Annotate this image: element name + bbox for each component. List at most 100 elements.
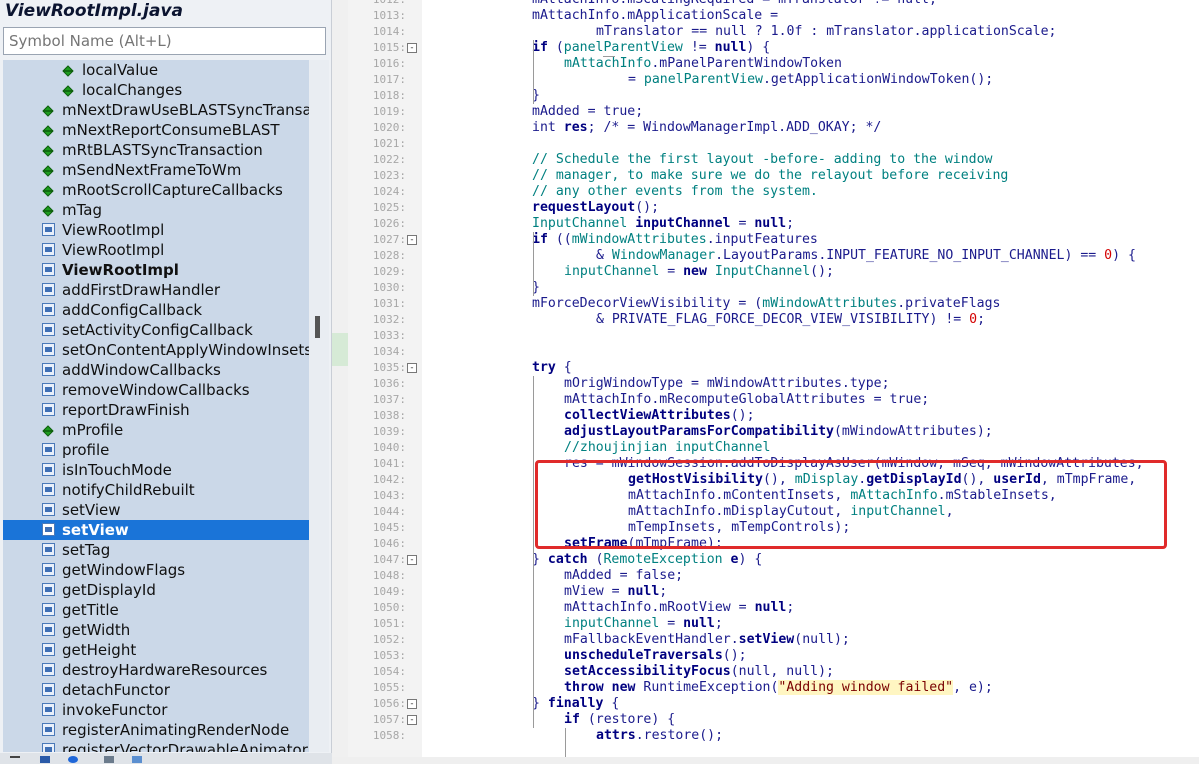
- symbol-tree-item[interactable]: mTag: [3, 200, 309, 220]
- symbol-tree-item[interactable]: destroyHardwareResources: [3, 660, 309, 680]
- editor-horizontal-scrollbar[interactable]: [332, 757, 1199, 764]
- code-token: ();: [730, 408, 755, 423]
- code-line: requestLayout();: [532, 200, 659, 216]
- code-line: mTranslator == null ? 1.0f : mTranslator…: [596, 24, 1057, 40]
- symbol-tree-item[interactable]: mRootScrollCaptureCallbacks: [3, 180, 309, 200]
- method-icon: [42, 583, 55, 596]
- code-line: if (restore) {: [564, 712, 675, 728]
- line-number: 1018:: [372, 89, 406, 102]
- code-token: ;: [977, 312, 986, 327]
- symbol-label: getHeight: [62, 641, 137, 659]
- symbol-tree-item[interactable]: setTag: [3, 540, 309, 560]
- fold-toggle-icon[interactable]: -: [407, 235, 417, 245]
- symbol-tree-item[interactable]: getTitle: [3, 600, 309, 620]
- scope-guide: [565, 728, 566, 758]
- code-token: .inputFeatures: [706, 232, 818, 247]
- code-token: // manager, to make sure we do the relay…: [532, 168, 1009, 183]
- line-number: 1050:: [372, 601, 406, 614]
- code-token: setAccessibilityFocus: [564, 664, 731, 679]
- symbol-tree-item[interactable]: mRtBLASTSyncTransaction: [3, 140, 309, 160]
- symbol-tree-item[interactable]: ViewRootImpl: [3, 240, 309, 260]
- fold-toggle-icon[interactable]: -: [407, 555, 417, 565]
- code-line: mView = null;: [564, 584, 667, 600]
- code-token: panelParentView: [563, 40, 683, 55]
- code-token: ) {: [1112, 248, 1136, 263]
- scrollbar-thumb[interactable]: [315, 316, 320, 338]
- symbol-tree-item[interactable]: detachFunctor: [3, 680, 309, 700]
- symbol-tree-item[interactable]: setView: [3, 520, 309, 540]
- symbol-tree-item[interactable]: addConfigCallback: [3, 300, 309, 320]
- symbol-tree-item[interactable]: getWidth: [3, 620, 309, 640]
- method-icon: [42, 623, 55, 636]
- code-token: mWindowAttributes: [762, 296, 898, 311]
- code-token: InputChannel: [714, 264, 811, 279]
- method-icon: [42, 283, 55, 296]
- symbol-tree-item[interactable]: mNextReportConsumeBLAST: [3, 120, 309, 140]
- method-icon: [42, 703, 55, 716]
- symbol-label: addFirstDrawHandler: [62, 281, 221, 299]
- symbol-tree-item[interactable]: getWindowFlags: [3, 560, 309, 580]
- symbol-tree-scrollbar[interactable]: [309, 60, 329, 752]
- line-number: 1023:: [372, 169, 406, 182]
- symbol-tree-item[interactable]: setOnContentApplyWindowInsetsListener: [3, 340, 309, 360]
- symbol-label: getWidth: [62, 621, 131, 639]
- toolbar-gear-icon[interactable]: [132, 756, 142, 763]
- code-line: mOrigWindowType = mWindowAttributes.type…: [564, 376, 890, 392]
- fold-toggle-icon[interactable]: -: [407, 699, 417, 709]
- symbol-tree-item[interactable]: removeWindowCallbacks: [3, 380, 309, 400]
- symbol-tree-item[interactable]: localChanges: [3, 80, 309, 100]
- symbol-tree-item[interactable]: registerVectorDrawableAnimator: [3, 740, 309, 752]
- toolbar-symbol-icon[interactable]: [68, 756, 78, 763]
- fold-toggle-icon[interactable]: -: [407, 43, 417, 53]
- code-token: mAttachInfo: [564, 56, 652, 71]
- symbol-tree-item[interactable]: mProfile: [3, 420, 309, 440]
- code-token: null: [683, 616, 715, 631]
- symbol-label: getWindowFlags: [62, 561, 186, 579]
- toolbar-outline-icon[interactable]: [40, 756, 50, 763]
- highlight-box: [535, 460, 1167, 549]
- code-line: } catch (RemoteException e) {: [532, 552, 762, 568]
- symbol-tree-item[interactable]: addFirstDrawHandler: [3, 280, 309, 300]
- code-area[interactable]: mAttachInfo.mScalingRequired = mTranslat…: [422, 0, 1199, 764]
- line-number: 1028:: [372, 249, 406, 262]
- symbol-tree-item[interactable]: setActivityConfigCallback: [3, 320, 309, 340]
- symbol-tree-item[interactable]: ViewRootImpl: [3, 260, 309, 280]
- symbol-tree-item[interactable]: getHeight: [3, 640, 309, 660]
- code-token: mAdded = true;: [532, 104, 644, 119]
- symbol-tree-item[interactable]: setView: [3, 500, 309, 520]
- symbol-search-input[interactable]: [3, 27, 326, 55]
- symbol-tree-item[interactable]: isInTouchMode: [3, 460, 309, 480]
- code-token: ; /* = WindowManagerImpl.ADD_OKAY; */: [587, 120, 882, 135]
- code-token: =: [659, 616, 684, 631]
- code-token: res: [563, 120, 588, 135]
- symbol-tree-item[interactable]: invokeFunctor: [3, 700, 309, 720]
- code-token: & PRIVATE_FLAG_FORCE_DECOR_VIEW_VISIBILI…: [596, 312, 970, 327]
- code-token: try: [532, 360, 556, 375]
- symbol-label: mSendNextFrameToWm: [62, 161, 242, 179]
- symbol-label: addWindowCallbacks: [62, 361, 221, 379]
- symbol-tree-item[interactable]: getDisplayId: [3, 580, 309, 600]
- line-number: 1037:: [372, 393, 406, 406]
- symbol-tree-item[interactable]: profile: [3, 440, 309, 460]
- code-token: mFallbackEventHandler.: [564, 632, 739, 647]
- toolbar-book-icon[interactable]: [104, 756, 114, 763]
- symbol-tree-item[interactable]: reportDrawFinish: [3, 400, 309, 420]
- code-token: (: [587, 552, 604, 567]
- line-number: 1057:: [372, 713, 406, 726]
- symbol-tree-item[interactable]: addWindowCallbacks: [3, 360, 309, 380]
- code-token: ((: [547, 232, 572, 247]
- symbol-tree-item[interactable]: mSendNextFrameToWm: [3, 160, 309, 180]
- fold-toggle-icon[interactable]: -: [407, 363, 417, 373]
- symbol-tree-item[interactable]: ViewRootImpl: [3, 220, 309, 240]
- code-token: &: [596, 248, 612, 263]
- code-token: attrs: [596, 728, 636, 743]
- symbol-tree-item[interactable]: localValue: [3, 60, 309, 80]
- symbol-tree-item[interactable]: notifyChildRebuilt: [3, 480, 309, 500]
- code-token: mOrigWindowType = mWindowAttributes.type…: [564, 376, 890, 391]
- symbol-tree-item[interactable]: registerAnimatingRenderNode: [3, 720, 309, 740]
- field-diamond-icon: [41, 103, 55, 117]
- symbol-tree-item[interactable]: mNextDrawUseBLASTSyncTransaction: [3, 100, 309, 120]
- fold-toggle-icon[interactable]: -: [407, 715, 417, 725]
- symbol-label: registerAnimatingRenderNode: [62, 721, 290, 739]
